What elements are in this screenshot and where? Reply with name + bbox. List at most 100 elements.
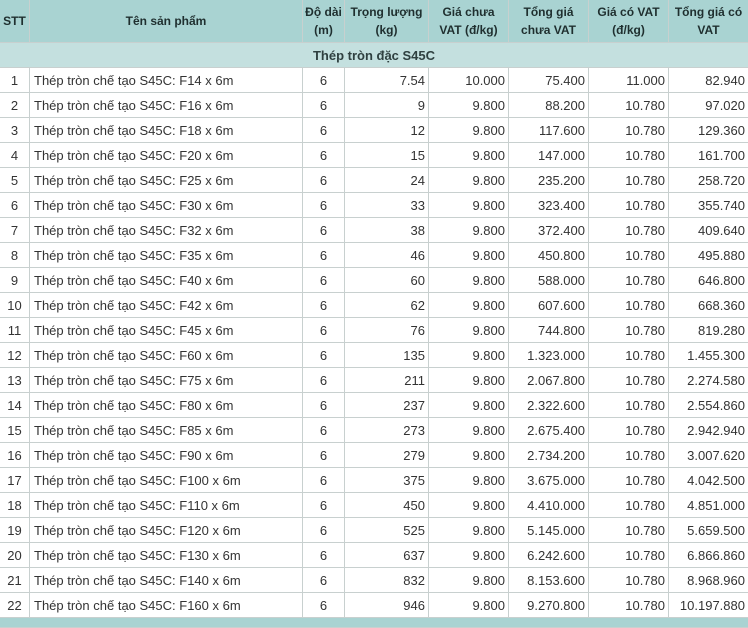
- cell-price-ex-vat: 9.800: [429, 118, 509, 143]
- cell-stt: 17: [0, 468, 30, 493]
- cell-price-ex-vat: 9.800: [429, 493, 509, 518]
- cell-total-ex-vat: 235.200: [509, 168, 589, 193]
- cell-total-inc-vat: 4.042.500: [669, 468, 748, 493]
- cell-total-ex-vat: 3.675.000: [509, 468, 589, 493]
- cell-price-ex-vat: 9.800: [429, 568, 509, 593]
- cell-total-inc-vat: 10.197.880: [669, 593, 748, 618]
- cell-length: 6: [303, 443, 345, 468]
- cell-product-name: Thép tròn chế tạo S45C: F140 x 6m: [30, 568, 303, 593]
- cell-price-inc-vat: 10.780: [589, 318, 669, 343]
- cell-price-inc-vat: 10.780: [589, 343, 669, 368]
- cell-price-inc-vat: 10.780: [589, 418, 669, 443]
- cell-stt: 22: [0, 593, 30, 618]
- cell-weight: 135: [345, 343, 429, 368]
- cell-product-name: Thép tròn chế tạo S45C: F45 x 6m: [30, 318, 303, 343]
- cell-product-name: Thép tròn chế tạo S45C: F42 x 6m: [30, 293, 303, 318]
- header-total-ex-vat-line2: chưa VAT: [521, 23, 576, 37]
- cell-product-name: Thép tròn chế tạo S45C: F60 x 6m: [30, 343, 303, 368]
- cell-stt: 20: [0, 543, 30, 568]
- cell-total-inc-vat: 129.360: [669, 118, 748, 143]
- table-row: 12Thép tròn chế tạo S45C: F60 x 6m61359.…: [0, 343, 748, 368]
- cell-length: 6: [303, 143, 345, 168]
- cell-price-inc-vat: 10.780: [589, 243, 669, 268]
- header-length-line2: (m): [314, 23, 333, 37]
- cell-product-name: Thép tròn chế tạo S45C: F160 x 6m: [30, 593, 303, 618]
- cell-price-inc-vat: 10.780: [589, 168, 669, 193]
- cell-weight: 375: [345, 468, 429, 493]
- cell-total-inc-vat: 668.360: [669, 293, 748, 318]
- cell-total-inc-vat: 819.280: [669, 318, 748, 343]
- cell-price-inc-vat: 10.780: [589, 268, 669, 293]
- cell-product-name: Thép tròn chế tạo S45C: F130 x 6m: [30, 543, 303, 568]
- cell-length: 6: [303, 318, 345, 343]
- cell-stt: 18: [0, 493, 30, 518]
- cell-weight: 24: [345, 168, 429, 193]
- cell-price-ex-vat: 10.000: [429, 68, 509, 93]
- header-price-inc-vat-line2: (đ/kg): [612, 23, 645, 37]
- cell-product-name: Thép tròn chế tạo S45C: F80 x 6m: [30, 393, 303, 418]
- cell-price-inc-vat: 10.780: [589, 193, 669, 218]
- cell-weight: 46: [345, 243, 429, 268]
- cell-length: 6: [303, 93, 345, 118]
- cell-stt: 11: [0, 318, 30, 343]
- cell-price-ex-vat: 9.800: [429, 243, 509, 268]
- cell-weight: 237: [345, 393, 429, 418]
- cell-total-inc-vat: 8.968.960: [669, 568, 748, 593]
- table-row: 8Thép tròn chế tạo S45C: F35 x 6m6469.80…: [0, 243, 748, 268]
- header-price-inc-vat: Giá có VAT(đ/kg): [589, 0, 669, 43]
- cell-stt: 12: [0, 343, 30, 368]
- cell-length: 6: [303, 568, 345, 593]
- group-row: Thép tròn đặc S45C: [0, 43, 748, 68]
- cell-total-inc-vat: 1.455.300: [669, 343, 748, 368]
- cell-total-inc-vat: 2.274.580: [669, 368, 748, 393]
- header-weight-line1: Trọng lượng: [351, 5, 423, 19]
- table-row: 1Thép tròn chế tạo S45C: F14 x 6m67.5410…: [0, 68, 748, 93]
- header-price-ex-vat-line1: Giá chưa: [442, 5, 494, 19]
- cell-stt: 5: [0, 168, 30, 193]
- header-product-name: Tên sản phẩm: [30, 0, 303, 43]
- table-row: 5Thép tròn chế tạo S45C: F25 x 6m6249.80…: [0, 168, 748, 193]
- cell-total-inc-vat: 4.851.000: [669, 493, 748, 518]
- table-row: 19Thép tròn chế tạo S45C: F120 x 6m65259…: [0, 518, 748, 543]
- cell-length: 6: [303, 468, 345, 493]
- cell-total-ex-vat: 323.400: [509, 193, 589, 218]
- cell-total-ex-vat: 744.800: [509, 318, 589, 343]
- cell-total-ex-vat: 2.322.600: [509, 393, 589, 418]
- cell-stt: 4: [0, 143, 30, 168]
- table-row: 4Thép tròn chế tạo S45C: F20 x 6m6159.80…: [0, 143, 748, 168]
- cell-total-inc-vat: 161.700: [669, 143, 748, 168]
- cell-stt: 8: [0, 243, 30, 268]
- cell-price-ex-vat: 9.800: [429, 543, 509, 568]
- cell-product-name: Thép tròn chế tạo S45C: F75 x 6m: [30, 368, 303, 393]
- cell-weight: 525: [345, 518, 429, 543]
- table-row: 21Thép tròn chế tạo S45C: F140 x 6m68329…: [0, 568, 748, 593]
- cell-price-ex-vat: 9.800: [429, 318, 509, 343]
- cell-total-inc-vat: 6.866.860: [669, 543, 748, 568]
- cell-length: 6: [303, 343, 345, 368]
- cell-stt: 19: [0, 518, 30, 543]
- cell-length: 6: [303, 593, 345, 618]
- cell-product-name: Thép tròn chế tạo S45C: F40 x 6m: [30, 268, 303, 293]
- table-row: 16Thép tròn chế tạo S45C: F90 x 6m62799.…: [0, 443, 748, 468]
- cell-product-name: Thép tròn chế tạo S45C: F110 x 6m: [30, 493, 303, 518]
- group-title: Thép tròn đặc S45C: [0, 43, 748, 68]
- cell-total-ex-vat: 147.000: [509, 143, 589, 168]
- cell-price-inc-vat: 10.780: [589, 493, 669, 518]
- cell-price-inc-vat: 10.780: [589, 443, 669, 468]
- cell-stt: 16: [0, 443, 30, 468]
- cell-price-ex-vat: 9.800: [429, 293, 509, 318]
- header-total-ex-vat: Tổng giáchưa VAT: [509, 0, 589, 43]
- table-row: 17Thép tròn chế tạo S45C: F100 x 6m63759…: [0, 468, 748, 493]
- cell-price-inc-vat: 10.780: [589, 118, 669, 143]
- cell-length: 6: [303, 493, 345, 518]
- cell-weight: 273: [345, 418, 429, 443]
- cell-length: 6: [303, 193, 345, 218]
- cell-total-ex-vat: 75.400: [509, 68, 589, 93]
- cell-total-inc-vat: 3.007.620: [669, 443, 748, 468]
- cell-product-name: Thép tròn chế tạo S45C: F30 x 6m: [30, 193, 303, 218]
- cell-stt: 9: [0, 268, 30, 293]
- header-total-inc-vat-line1: Tổng giá có: [675, 5, 742, 19]
- cell-price-inc-vat: 10.780: [589, 293, 669, 318]
- table-row: 10Thép tròn chế tạo S45C: F42 x 6m6629.8…: [0, 293, 748, 318]
- cell-total-ex-vat: 588.000: [509, 268, 589, 293]
